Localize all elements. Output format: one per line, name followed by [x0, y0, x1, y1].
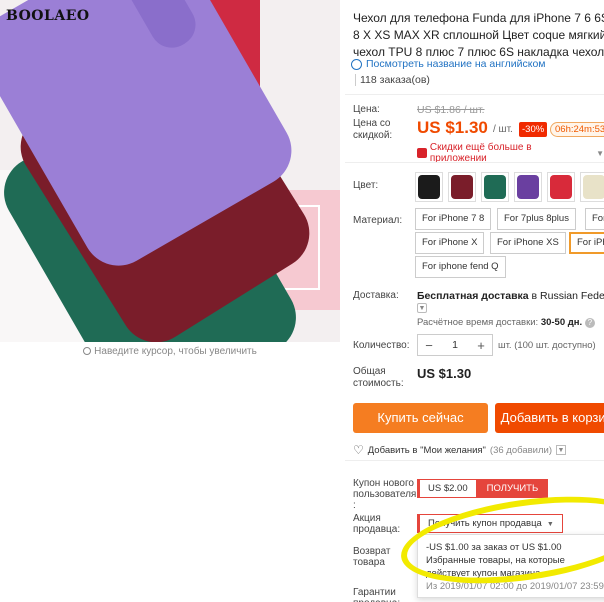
delivery-time: Расчётное время доставки: 30-50 дн. ?: [417, 317, 595, 328]
total-price: US $1.30: [417, 366, 472, 381]
material-option[interactable]: For iPhone XS: [490, 232, 566, 254]
quantity-available: шт. (100 шт. доступно): [498, 340, 596, 351]
divider: [345, 162, 604, 163]
get-coupon-button[interactable]: ПОЛУЧИТЬ: [476, 479, 549, 498]
color-swatch[interactable]: [580, 172, 604, 202]
wishlist-count: (36 добавили): [489, 444, 552, 456]
product-image[interactable]: BOOLAEO: [0, 0, 340, 342]
chevron-down-icon: ▼: [596, 148, 604, 158]
wishlist-link[interactable]: ♡ Добавить в "Мои желания" (36 добавили)…: [353, 443, 566, 457]
color-swatches: [415, 172, 604, 202]
wishlist-text: Добавить в "Мои желания": [367, 444, 486, 456]
app-deal-link[interactable]: Скидки ещё больше в приложении ▼: [417, 142, 604, 164]
shipping-info: Бесплатная доставка в Russian Federation: [417, 290, 604, 302]
app-deal-text: Скидки ещё больше в приложении: [429, 142, 532, 164]
color-label: Цвет:: [353, 180, 379, 191]
decrement-button[interactable]: −: [418, 338, 440, 353]
discount-price-label: Цена со скидкой:: [353, 118, 393, 141]
zoom-hint: Наведите курсор, чтобы увеличить: [0, 346, 340, 357]
heart-icon: ♡: [353, 443, 364, 457]
orders-count: 118 заказа(ов): [355, 74, 430, 86]
divider: [345, 94, 604, 95]
brand-watermark: BOOLAEO: [6, 8, 90, 24]
quantity-input[interactable]: 1: [440, 339, 470, 351]
total-label: Общая стоимость:: [353, 366, 404, 389]
material-option[interactable]: For 7plus 8plus: [497, 208, 576, 230]
price-label: Цена:: [353, 104, 380, 115]
color-swatch[interactable]: [547, 172, 575, 202]
guarantee-label: Гарантии продавца:: [353, 587, 400, 602]
buy-now-button[interactable]: Купить сейчас: [353, 403, 488, 433]
divider: [345, 460, 604, 461]
color-swatch[interactable]: [415, 172, 443, 202]
material-option[interactable]: For iPhone X: [415, 232, 485, 254]
current-price: US $1.30: [417, 118, 488, 137]
coupon-amount: US $2.00: [417, 479, 477, 498]
translate-icon: [351, 58, 362, 70]
translate-link-text: Посмотреть название на английском: [366, 58, 546, 70]
chevron-down-icon[interactable]: ▼: [417, 303, 427, 313]
zoom-hint-text: Наведите курсор, чтобы увеличить: [94, 346, 257, 357]
product-info-panel: Чехол для телефона Funda для iPhone 7 6 …: [345, 0, 604, 602]
discount-badge: -30%: [519, 122, 548, 137]
quantity-label: Количество:: [353, 340, 410, 351]
color-swatch[interactable]: [481, 172, 509, 202]
new-user-coupon-label: Купон нового пользователя :: [353, 478, 417, 511]
new-user-coupon: US $2.00 ПОЛУЧИТЬ: [417, 479, 549, 498]
material-option-selected[interactable]: For iPh: [569, 232, 604, 254]
chevron-down-icon[interactable]: ▼: [556, 445, 566, 455]
seller-promo-label: Акция продавца:: [353, 513, 401, 535]
magnifier-icon: [83, 347, 92, 355]
old-price: US $1.86 / шт.: [417, 104, 485, 116]
material-option[interactable]: For iPhone 7 8: [415, 208, 492, 230]
per-unit: / шт.: [493, 124, 513, 135]
app-icon: [417, 148, 427, 158]
help-icon[interactable]: ?: [584, 318, 595, 328]
shipping-label: Доставка:: [353, 290, 399, 301]
countdown-timer: 06h:24m:53s: [550, 122, 604, 137]
material-label: Материал:: [353, 215, 403, 226]
material-option[interactable]: For: [585, 208, 604, 230]
quantity-stepper: − 1 +: [417, 334, 493, 356]
increment-button[interactable]: +: [470, 338, 492, 353]
material-option[interactable]: For iphone fend Q: [415, 256, 506, 278]
color-swatch[interactable]: [514, 172, 542, 202]
translate-link[interactable]: Посмотреть название на английском: [351, 58, 546, 70]
add-to-cart-button[interactable]: Добавить в корзину: [495, 403, 604, 433]
product-title: Чехол для телефона Funda для iPhone 7 6 …: [353, 11, 604, 59]
shipping-country[interactable]: Russian Federation: [540, 290, 604, 302]
color-swatch[interactable]: [448, 172, 476, 202]
